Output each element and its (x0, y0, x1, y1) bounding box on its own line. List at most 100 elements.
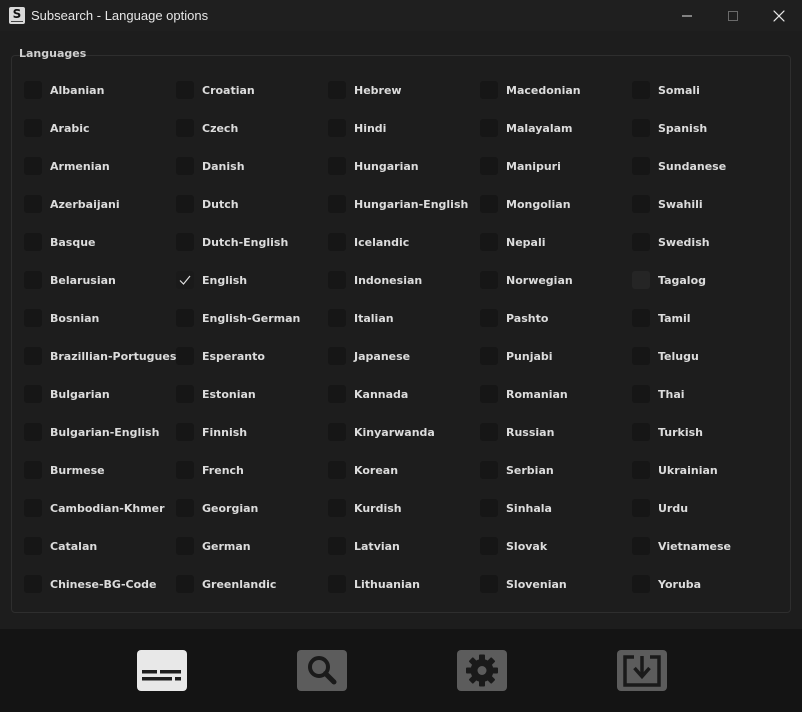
language-checkbox-estonian[interactable]: Estonian (176, 384, 256, 404)
language-checkbox-swedish[interactable]: Swedish (632, 232, 710, 252)
language-checkbox-dutch-english[interactable]: Dutch-English (176, 232, 288, 252)
checkbox[interactable] (176, 271, 194, 289)
language-checkbox-spanish[interactable]: Spanish (632, 118, 707, 138)
checkbox[interactable] (176, 347, 194, 365)
close-button[interactable] (756, 0, 802, 31)
checkbox[interactable] (328, 385, 346, 403)
language-checkbox-vietnamese[interactable]: Vietnamese (632, 536, 731, 556)
language-checkbox-korean[interactable]: Korean (328, 460, 398, 480)
checkbox[interactable] (480, 271, 498, 289)
language-checkbox-yoruba[interactable]: Yoruba (632, 574, 701, 594)
language-checkbox-bulgarian[interactable]: Bulgarian (24, 384, 110, 404)
language-checkbox-danish[interactable]: Danish (176, 156, 245, 176)
language-checkbox-hebrew[interactable]: Hebrew (328, 80, 402, 100)
checkbox[interactable] (480, 195, 498, 213)
checkbox[interactable] (328, 309, 346, 327)
language-checkbox-albanian[interactable]: Albanian (24, 80, 104, 100)
checkbox[interactable] (24, 309, 42, 327)
checkbox[interactable] (24, 233, 42, 251)
language-checkbox-tagalog[interactable]: Tagalog (632, 270, 706, 290)
language-checkbox-telugu[interactable]: Telugu (632, 346, 699, 366)
checkbox[interactable] (632, 575, 650, 593)
checkbox[interactable] (24, 461, 42, 479)
checkbox[interactable] (24, 157, 42, 175)
language-checkbox-thai[interactable]: Thai (632, 384, 685, 404)
checkbox[interactable] (176, 575, 194, 593)
checkbox[interactable] (24, 347, 42, 365)
checkbox[interactable] (632, 499, 650, 517)
checkbox[interactable] (328, 119, 346, 137)
language-checkbox-hindi[interactable]: Hindi (328, 118, 386, 138)
checkbox[interactable] (632, 233, 650, 251)
language-checkbox-tamil[interactable]: Tamil (632, 308, 691, 328)
language-checkbox-armenian[interactable]: Armenian (24, 156, 110, 176)
language-checkbox-malayalam[interactable]: Malayalam (480, 118, 572, 138)
checkbox[interactable] (480, 233, 498, 251)
language-checkbox-brazillian-portuguese[interactable]: Brazillian-Portuguese (24, 346, 184, 366)
checkbox[interactable] (632, 423, 650, 441)
checkbox[interactable] (328, 575, 346, 593)
language-checkbox-burmese[interactable]: Burmese (24, 460, 105, 480)
checkbox[interactable] (632, 385, 650, 403)
checkbox[interactable] (632, 119, 650, 137)
language-checkbox-bosnian[interactable]: Bosnian (24, 308, 99, 328)
language-checkbox-icelandic[interactable]: Icelandic (328, 232, 409, 252)
language-checkbox-cambodian-khmer[interactable]: Cambodian-Khmer (24, 498, 165, 518)
checkbox[interactable] (480, 461, 498, 479)
checkbox[interactable] (328, 157, 346, 175)
checkbox[interactable] (24, 423, 42, 441)
checkbox[interactable] (176, 537, 194, 555)
language-checkbox-basque[interactable]: Basque (24, 232, 96, 252)
checkbox[interactable] (632, 195, 650, 213)
language-checkbox-bulgarian-english[interactable]: Bulgarian-English (24, 422, 159, 442)
checkbox[interactable] (480, 575, 498, 593)
checkbox[interactable] (176, 233, 194, 251)
checkbox[interactable] (176, 119, 194, 137)
checkbox[interactable] (328, 499, 346, 517)
language-checkbox-mongolian[interactable]: Mongolian (480, 194, 571, 214)
checkbox[interactable] (480, 157, 498, 175)
title-bar[interactable]: S Subsearch - Language options (0, 0, 802, 31)
minimize-button[interactable] (664, 0, 710, 31)
language-checkbox-english[interactable]: English (176, 270, 247, 290)
language-checkbox-russian[interactable]: Russian (480, 422, 554, 442)
checkbox[interactable] (480, 385, 498, 403)
search-button[interactable] (297, 650, 347, 691)
language-checkbox-ukrainian[interactable]: Ukrainian (632, 460, 718, 480)
language-checkbox-esperanto[interactable]: Esperanto (176, 346, 265, 366)
checkbox[interactable] (328, 233, 346, 251)
language-checkbox-catalan[interactable]: Catalan (24, 536, 97, 556)
checkbox[interactable] (632, 537, 650, 555)
checkbox[interactable] (632, 157, 650, 175)
language-checkbox-belarusian[interactable]: Belarusian (24, 270, 116, 290)
language-checkbox-czech[interactable]: Czech (176, 118, 238, 138)
checkbox[interactable] (176, 385, 194, 403)
language-checkbox-greenlandic[interactable]: Greenlandic (176, 574, 276, 594)
checkbox[interactable] (480, 499, 498, 517)
language-checkbox-norwegian[interactable]: Norwegian (480, 270, 573, 290)
checkbox[interactable] (632, 81, 650, 99)
language-checkbox-arabic[interactable]: Arabic (24, 118, 90, 138)
language-checkbox-english-german[interactable]: English-German (176, 308, 300, 328)
checkbox[interactable] (328, 347, 346, 365)
checkbox[interactable] (328, 461, 346, 479)
language-options-button[interactable] (137, 650, 187, 691)
language-checkbox-punjabi[interactable]: Punjabi (480, 346, 553, 366)
language-checkbox-manipuri[interactable]: Manipuri (480, 156, 561, 176)
checkbox[interactable] (24, 385, 42, 403)
language-checkbox-macedonian[interactable]: Macedonian (480, 80, 581, 100)
checkbox[interactable] (176, 461, 194, 479)
language-checkbox-hungarian-english[interactable]: Hungarian-English (328, 194, 468, 214)
checkbox[interactable] (176, 423, 194, 441)
checkbox[interactable] (632, 347, 650, 365)
checkbox[interactable] (632, 461, 650, 479)
language-checkbox-swahili[interactable]: Swahili (632, 194, 703, 214)
language-checkbox-german[interactable]: German (176, 536, 251, 556)
language-checkbox-somali[interactable]: Somali (632, 80, 700, 100)
language-checkbox-pashto[interactable]: Pashto (480, 308, 548, 328)
language-checkbox-sinhala[interactable]: Sinhala (480, 498, 552, 518)
language-checkbox-turkish[interactable]: Turkish (632, 422, 703, 442)
language-checkbox-nepali[interactable]: Nepali (480, 232, 546, 252)
checkbox[interactable] (176, 499, 194, 517)
language-checkbox-chinese-bg-code[interactable]: Chinese-BG-Code (24, 574, 156, 594)
